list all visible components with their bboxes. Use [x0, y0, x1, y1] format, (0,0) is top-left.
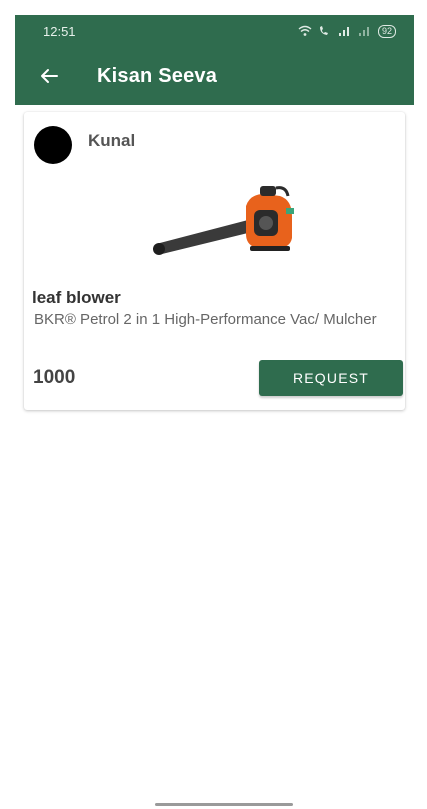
card-header: Kunal — [34, 126, 135, 164]
wifi-icon — [298, 25, 312, 36]
status-bar: 12:51 92 — [15, 15, 414, 47]
status-icons: 92 — [298, 24, 396, 38]
phone-screen: 12:51 92 Kisan Seeva Kunal leaf blower B… — [15, 15, 414, 809]
product-price: 1000 — [33, 367, 76, 388]
app-title: Kisan Seeva — [97, 64, 218, 87]
call-icon — [319, 26, 328, 35]
product-description: BKR® Petrol 2 in 1 High-Performance Vac/… — [34, 311, 377, 328]
request-button[interactable]: REQUEST — [259, 360, 403, 396]
leaf-blower-image — [153, 186, 294, 255]
arrow-left-icon[interactable] — [35, 62, 63, 90]
product-card[interactable]: Kunal leaf blower BKR® Petrol 2 in 1 Hig… — [24, 112, 405, 410]
owner-name: Kunal — [88, 131, 136, 150]
battery-icon: 92 — [377, 24, 396, 38]
signal-icon — [338, 27, 349, 36]
avatar — [34, 126, 72, 164]
product-name: leaf blower — [32, 288, 121, 307]
home-indicator[interactable] — [155, 803, 293, 806]
status-time: 12:51 — [43, 23, 76, 39]
app-bar: Kisan Seeva — [15, 47, 414, 105]
signal-icon-2 — [358, 27, 369, 36]
